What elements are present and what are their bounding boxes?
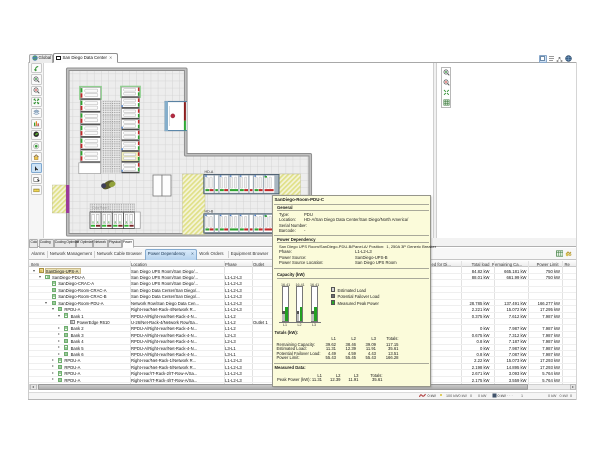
svg-text:HD-B: HD-B xyxy=(205,210,214,214)
svg-text:Colo Row 1: Colo Row 1 xyxy=(92,206,110,210)
svg-text:HD-A: HD-A xyxy=(205,170,214,174)
